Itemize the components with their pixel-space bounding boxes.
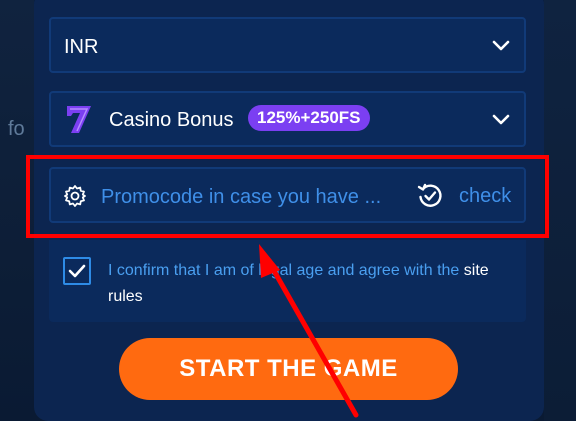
currency-select[interactable]: INR — [49, 17, 526, 73]
bonus-label: Casino Bonus — [109, 109, 234, 131]
currency-value: INR — [64, 36, 99, 58]
background-text: fo — [8, 118, 25, 140]
seven-logo-icon — [67, 106, 91, 133]
chevron-down-icon — [492, 40, 510, 51]
age-confirm-checkbox[interactable] — [63, 257, 91, 285]
highlight-box — [26, 155, 549, 238]
confirm-statement: I confirm that I am of legal age and agr… — [108, 262, 464, 279]
confirm-text: I confirm that I am of legal age and agr… — [108, 258, 518, 310]
checkmark-icon — [68, 264, 86, 278]
confirm-section: I confirm that I am of legal age and agr… — [49, 240, 526, 322]
chevron-down-icon — [492, 114, 510, 125]
start-game-button[interactable]: START THE GAME — [119, 338, 458, 400]
bonus-badge: 125%+250FS — [248, 105, 370, 131]
bonus-select[interactable]: Casino Bonus 125%+250FS — [49, 91, 526, 147]
